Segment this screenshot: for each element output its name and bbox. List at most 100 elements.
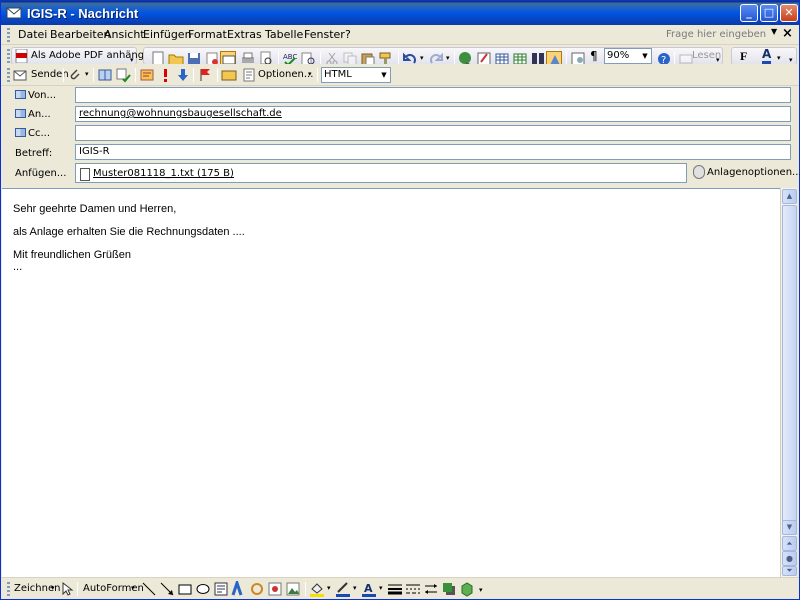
from-button[interactable]: Von... — [15, 90, 56, 101]
to-button[interactable]: An... — [15, 109, 51, 120]
message-body[interactable]: Sehr geehrte Damen und Herren, als Anlag… — [2, 188, 780, 577]
message-format-value: HTML — [324, 69, 352, 80]
shadow-style-icon[interactable] — [441, 581, 457, 597]
help-dropdown-icon[interactable]: ▼ — [771, 27, 777, 36]
toolbar-grip[interactable] — [7, 68, 10, 82]
line-style-icon[interactable] — [387, 581, 403, 597]
window-title: IGIS-R - Nachricht — [27, 6, 139, 21]
toolbar-options-icon[interactable]: ▾ — [789, 56, 793, 64]
attach-dropdown-icon[interactable]: ▾ — [85, 70, 89, 78]
follow-up-flag-icon[interactable] — [197, 67, 213, 83]
minimize-button[interactable]: _ — [740, 4, 758, 22]
menu-help[interactable]: ? — [345, 28, 351, 41]
options-button[interactable]: Optionen... — [258, 69, 313, 80]
toolbar-grip[interactable] — [7, 28, 10, 42]
cc-button[interactable]: Cc... — [15, 128, 50, 139]
envelope-icon[interactable] — [221, 67, 237, 83]
importance-low-icon[interactable] — [175, 67, 191, 83]
undo-dropdown-icon[interactable]: ▾ — [420, 54, 424, 62]
text-file-icon — [80, 167, 90, 181]
draw-font-color-icon[interactable]: A — [361, 581, 377, 597]
menu-fenster[interactable]: Fenster — [304, 28, 345, 41]
maximize-button[interactable]: □ — [760, 4, 778, 22]
toolbar-grip[interactable] — [7, 582, 10, 596]
menu-format[interactable]: Format — [188, 28, 227, 41]
diagram-icon[interactable] — [249, 581, 265, 597]
arrow-icon[interactable] — [159, 581, 175, 597]
toolbar-options-icon[interactable]: ▾ — [716, 56, 720, 64]
bold-button[interactable]: F — [740, 49, 747, 64]
body-line: Sehr geehrte Damen und Herren, — [13, 203, 177, 215]
cc-field[interactable] — [75, 125, 791, 141]
wordart-icon[interactable] — [231, 578, 247, 597]
zoom-dropdown-icon[interactable]: ▼ — [639, 49, 651, 63]
adobe-pdf-attach-button[interactable]: Als Adobe PDF anhängen — [31, 50, 157, 61]
format-dropdown-icon[interactable]: ▼ — [378, 68, 390, 82]
dash-style-icon[interactable] — [405, 581, 421, 597]
send-icon[interactable] — [13, 67, 29, 83]
line-icon[interactable] — [141, 581, 157, 597]
message-format-select[interactable]: HTML ▼ — [321, 67, 391, 83]
attachment-item[interactable]: Muster081118_1.txt (175 B) — [80, 165, 234, 183]
help-search-input[interactable]: Frage hier eingeben — [661, 27, 771, 42]
importance-high-icon[interactable] — [157, 67, 173, 83]
from-field[interactable] — [75, 87, 791, 103]
fill-color-icon[interactable] — [309, 581, 325, 597]
next-page-icon[interactable]: ⏷ — [782, 566, 797, 576]
line-color-icon[interactable] — [335, 581, 351, 597]
font-color-button[interactable]: A — [762, 48, 772, 64]
standard-toolbar: ABC ▾ ▾ ¶ 90% ▼ ? Lesen ▾ — [143, 47, 723, 67]
rectangle-icon[interactable] — [177, 581, 193, 597]
subject-field[interactable]: IGIS-R — [75, 144, 791, 160]
attachment-options-button[interactable]: Anlagenoptionen... — [693, 165, 800, 179]
options-dropdown-icon[interactable]: ▾ — [308, 70, 312, 78]
email-toolbar-row: Senden ▾ Optionen... ▾ HTML ▼ — [1, 64, 799, 86]
menu-einfuegen[interactable]: Einfügen — [143, 28, 192, 41]
to-recipient[interactable]: rechnung@wohnungsbaugesellschaft.de — [79, 108, 282, 119]
scroll-thumb[interactable] — [782, 205, 797, 535]
close-document-button[interactable]: × — [782, 26, 793, 41]
clip-art-icon[interactable] — [267, 581, 283, 597]
flag-for-follow-up-icon[interactable] — [139, 67, 155, 83]
to-field[interactable]: rechnung@wohnungsbaugesellschaft.de — [75, 106, 791, 122]
toolbar-grip[interactable] — [7, 49, 10, 63]
text-box-icon[interactable] — [213, 581, 229, 597]
options-icon[interactable] — [241, 67, 257, 83]
3d-style-icon[interactable] — [459, 581, 475, 597]
check-names-icon[interactable] — [115, 67, 131, 83]
previous-page-icon[interactable]: ⏶ — [782, 536, 797, 551]
zoom-select[interactable]: 90% ▼ — [604, 48, 652, 64]
oval-icon[interactable] — [195, 581, 211, 597]
fill-color-dropdown-icon[interactable]: ▾ — [327, 584, 331, 592]
scroll-up-icon[interactable]: ▲ — [782, 189, 797, 204]
drawing-toolbar: Zeichnen ▾ AutoFormen ▾ ▾ ▾ A ▾ ▾ — [1, 577, 799, 599]
autoshapes-dropdown-icon[interactable]: ▾ — [131, 584, 135, 592]
draw-dropdown-icon[interactable]: ▾ — [51, 584, 55, 592]
menu-extras[interactable]: Extras — [227, 28, 262, 41]
draw-font-color-dropdown-icon[interactable]: ▾ — [379, 584, 383, 592]
menu-ansicht[interactable]: Ansicht — [104, 28, 145, 41]
menu-datei[interactable]: Datei — [18, 28, 47, 41]
address-book-icon — [15, 109, 26, 118]
attach-button[interactable]: Anfügen... — [15, 168, 66, 179]
toolbar-options-icon[interactable]: ▾ — [130, 56, 134, 64]
menu-tabelle[interactable]: Tabelle — [265, 28, 303, 41]
message-header: Von... An... rechnung@wohnungsbaugesells… — [1, 87, 800, 187]
select-objects-icon[interactable] — [59, 581, 75, 597]
arrow-style-icon[interactable] — [423, 581, 439, 597]
attach-file-icon[interactable] — [67, 67, 83, 83]
redo-dropdown-icon[interactable]: ▾ — [446, 54, 450, 62]
address-book-icon[interactable] — [97, 67, 113, 83]
close-button[interactable]: ✕ — [780, 4, 798, 22]
show-hide-paragraph-button[interactable]: ¶ — [590, 49, 598, 63]
menu-bearbeiten[interactable]: Bearbeiten — [50, 28, 110, 41]
font-color-dropdown-icon[interactable]: ▾ — [777, 54, 781, 62]
line-color-dropdown-icon[interactable]: ▾ — [353, 584, 357, 592]
select-browse-object-icon[interactable]: ● — [782, 551, 797, 566]
vertical-scrollbar[interactable]: ▲ ▼ ⏶ ● ⏷ — [780, 188, 797, 577]
scroll-down-icon[interactable]: ▼ — [782, 520, 797, 535]
toolbar-options-icon[interactable]: ▾ — [479, 586, 483, 594]
attachments-field[interactable]: Muster081118_1.txt (175 B) — [75, 163, 687, 183]
pdf-icon — [15, 49, 28, 63]
insert-picture-icon[interactable] — [285, 581, 301, 597]
